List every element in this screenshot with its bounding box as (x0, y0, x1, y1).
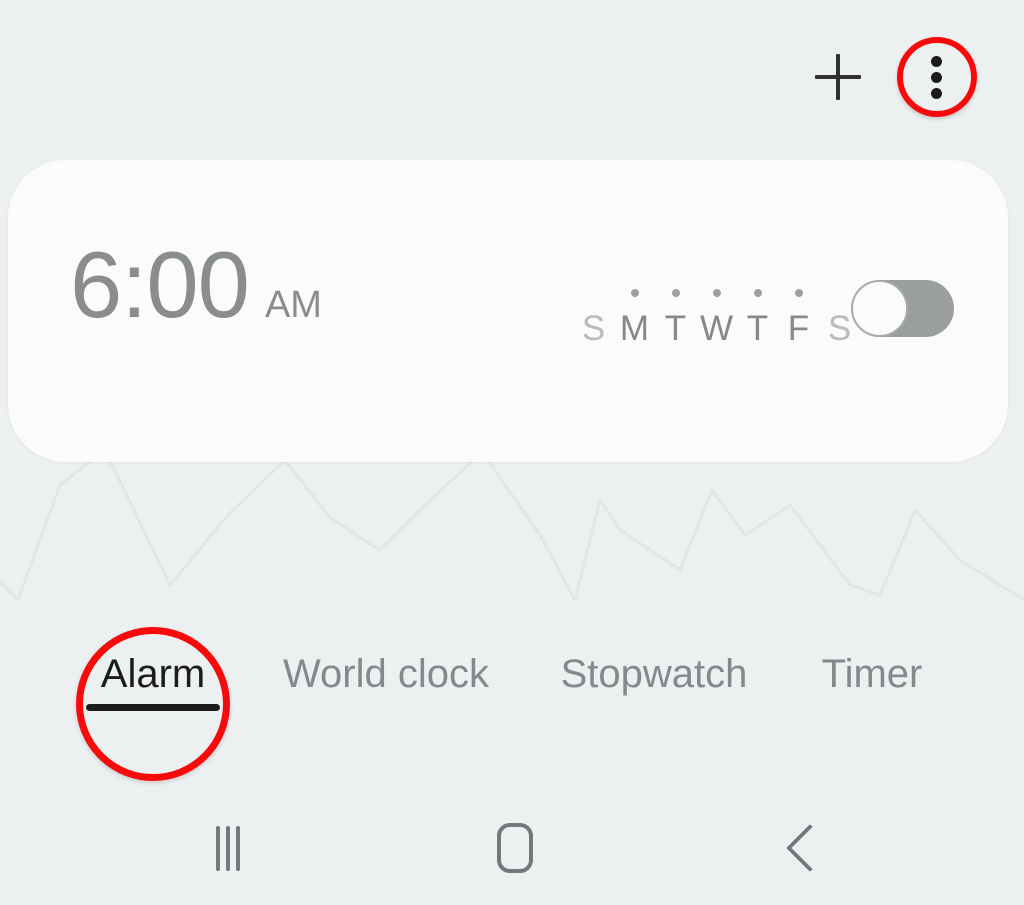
add-alarm-button[interactable] (805, 44, 871, 110)
alarm-enable-toggle[interactable] (851, 280, 954, 337)
repeat-day-thursday: T (737, 282, 778, 346)
tab-world-clock-label: World clock (283, 652, 489, 696)
tab-alarm[interactable]: Alarm (86, 650, 220, 740)
repeat-day-letter: F (787, 309, 810, 348)
three-dot-menu-icon-dot-2 (931, 72, 942, 83)
repeat-day-selected-dot (753, 289, 762, 297)
repeat-day-sunday: S (573, 282, 614, 346)
repeat-day-wednesday: W (696, 282, 737, 346)
repeat-day-letter: W (699, 309, 734, 348)
repeat-day-letter: S (827, 309, 852, 348)
recents-icon-bar-2 (226, 826, 230, 871)
tab-active-underline (86, 704, 220, 711)
repeat-day-tuesday: T (655, 282, 696, 346)
tab-alarm-label: Alarm (100, 652, 206, 696)
three-dot-menu-icon-dot-1 (931, 56, 942, 67)
back-chevron-icon-button[interactable] (755, 800, 851, 896)
recents-icon-bar-1 (216, 826, 220, 871)
repeat-day-letter: T (664, 309, 687, 348)
plus-icon-vertical-stroke (836, 54, 840, 100)
recents-icon-bar-3 (236, 826, 240, 871)
tab-stopwatch-label: Stopwatch (560, 652, 748, 696)
repeat-day-selected-dot (671, 289, 680, 297)
alarm-time: 6:00 (70, 232, 250, 337)
repeat-days-row: S M T W T F S (573, 282, 860, 346)
back-chevron-icon (785, 823, 835, 873)
more-options-button[interactable] (910, 50, 964, 104)
toggle-knob (851, 280, 908, 337)
action-bar (0, 0, 1024, 155)
tab-world-clock[interactable]: World clock (276, 650, 496, 740)
repeat-day-letter: M (619, 309, 650, 348)
home-icon-button[interactable] (467, 800, 563, 896)
tab-timer-label: Timer (821, 652, 923, 696)
home-icon (497, 823, 533, 873)
android-navigation-bar (0, 790, 1024, 905)
recents-icon-button[interactable] (180, 800, 276, 896)
repeat-day-selected-dot (712, 289, 721, 297)
repeat-day-selected-dot (794, 289, 803, 297)
tab-timer[interactable]: Timer (818, 650, 926, 740)
three-dot-menu-icon-dot-3 (931, 88, 942, 99)
repeat-day-letter: T (746, 309, 769, 348)
tab-stopwatch[interactable]: Stopwatch (556, 650, 752, 740)
repeat-day-friday: F (778, 282, 819, 346)
zigzag-decoration (0, 448, 1024, 602)
repeat-day-letter: S (581, 309, 606, 348)
alarm-time-group: 6:00 AM (70, 238, 322, 332)
repeat-day-selected-dot (630, 289, 639, 297)
tab-bar: Alarm World clock Stopwatch Timer (0, 650, 1024, 755)
alarm-meridiem: AM (264, 284, 322, 326)
clock-app-screen: 6:00 AM S M T W T F S Alarm World clock … (0, 0, 1024, 905)
repeat-day-monday: M (614, 282, 655, 346)
